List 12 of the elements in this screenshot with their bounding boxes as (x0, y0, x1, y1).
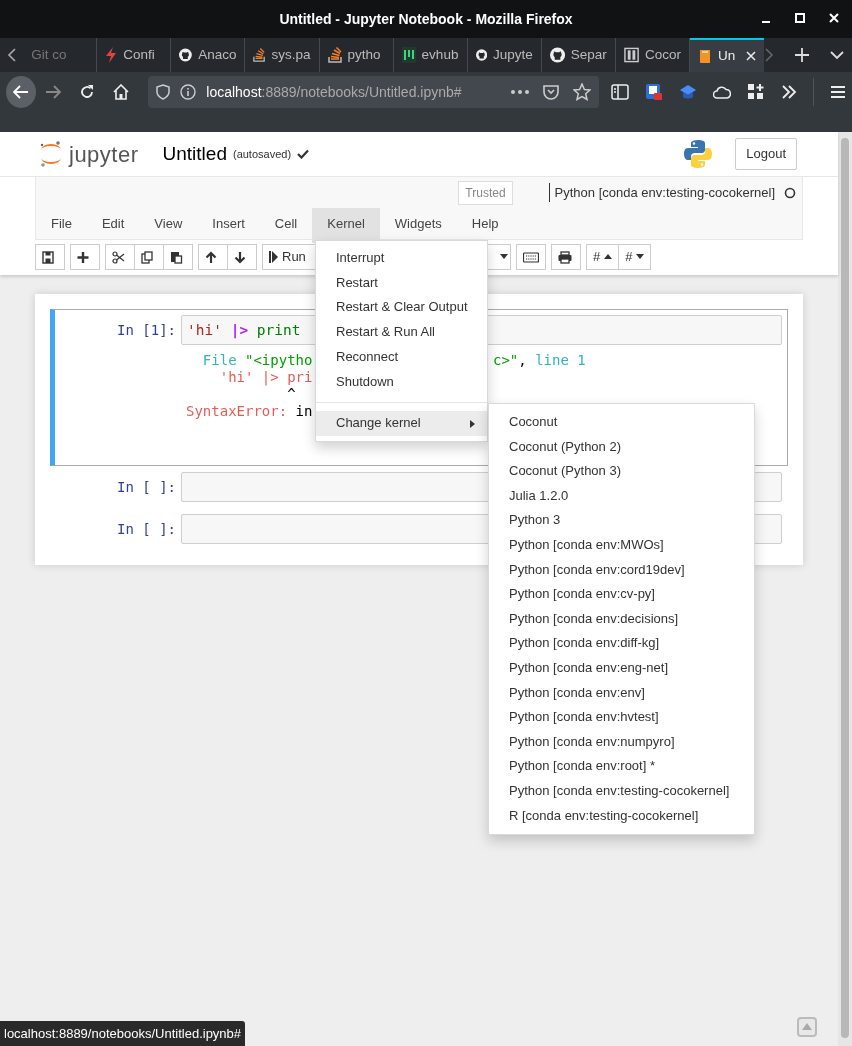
cell-prompt: In [ ]: (116, 478, 177, 497)
autosave-status: (autosaved) (232, 146, 292, 162)
traceback-line: ^ (286, 386, 296, 403)
logo-text: jupyter (69, 140, 139, 169)
traceback-line: c>", line 1 (493, 352, 586, 369)
traceback-line: 'hi' |> pri (218, 369, 313, 386)
cell-prompt: In [ ]: (116, 520, 177, 539)
url-text: localhost:8889/notebooks/Untitled.ipynb# (206, 82, 462, 102)
traceback-line: SyntaxError: in (186, 403, 313, 420)
cell-prompt: In [1]: (116, 321, 177, 340)
window-title: Untitled - Jupyter Notebook - Mozilla Firefox (279, 9, 573, 29)
traceback-line: File "<ipytho (201, 352, 313, 369)
